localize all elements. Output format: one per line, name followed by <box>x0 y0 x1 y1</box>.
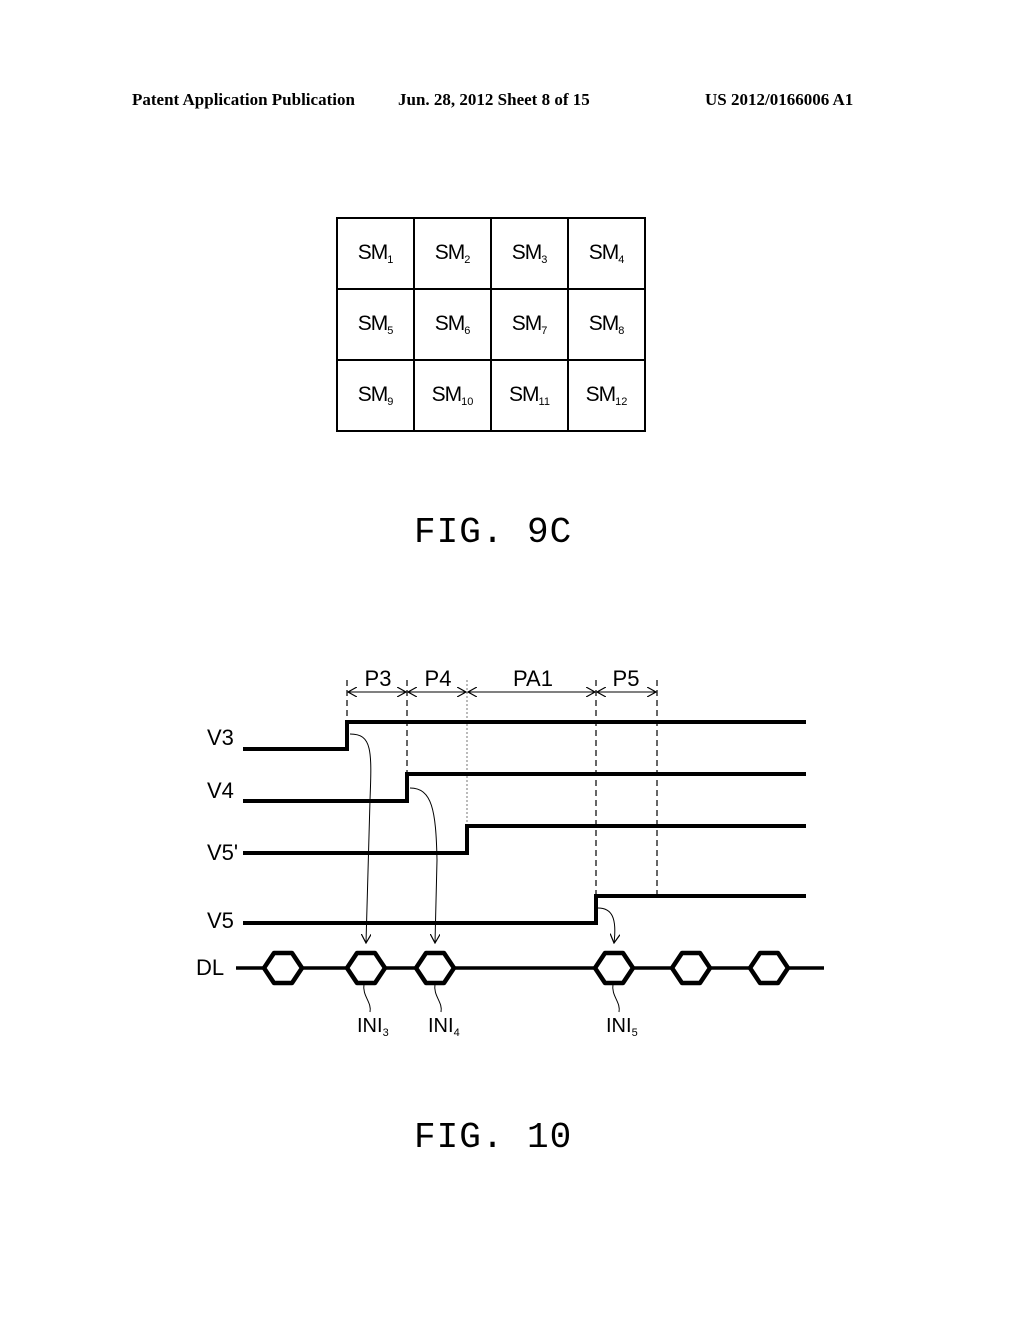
signal-label-v3: V3 <box>207 725 234 750</box>
data-hexagon <box>261 950 305 986</box>
data-hexagon-ini4 <box>413 950 457 986</box>
period-label-p5: P5 <box>613 666 640 691</box>
init-label-ini5: INI5 <box>606 1015 638 1039</box>
init-sub: 3 <box>383 1027 389 1039</box>
init-sub: 4 <box>454 1027 460 1039</box>
data-hexagon <box>669 950 713 986</box>
waveform-v5 <box>243 894 806 925</box>
init-sub: 5 <box>632 1027 638 1039</box>
signal-label-v5: V5 <box>207 908 234 933</box>
trigger-arrow-v4-ini4 <box>409 787 437 943</box>
period-label-p3: P3 <box>365 666 392 691</box>
init-base: INI <box>606 1015 632 1037</box>
leader-line-ini5 <box>612 983 620 1013</box>
signal-label-dl: DL <box>196 955 224 980</box>
waveform-v5-prime <box>243 824 806 855</box>
waveform-v4 <box>243 772 806 803</box>
period-label-p4: P4 <box>425 666 452 691</box>
leader-line-ini3 <box>363 983 371 1013</box>
trigger-arrow-v5-ini5 <box>597 907 615 943</box>
waveform-v3 <box>243 720 806 751</box>
trigger-arrow-v3-ini3 <box>349 733 372 943</box>
signal-label-v4: V4 <box>207 778 234 803</box>
period-label-pa1: PA1 <box>513 666 553 691</box>
init-base: INI <box>357 1015 383 1037</box>
data-hexagon <box>747 950 791 986</box>
data-hexagon-ini5 <box>592 950 636 986</box>
init-label-ini4: INI4 <box>428 1015 460 1039</box>
signal-label-v5-prime: V5' <box>207 840 238 865</box>
init-base: INI <box>428 1015 454 1037</box>
figure-label-10: FIG. 10 <box>414 1117 573 1158</box>
leader-line-ini4 <box>434 983 442 1013</box>
init-label-ini3: INI3 <box>357 1015 389 1039</box>
data-hexagon-ini3 <box>344 950 388 986</box>
